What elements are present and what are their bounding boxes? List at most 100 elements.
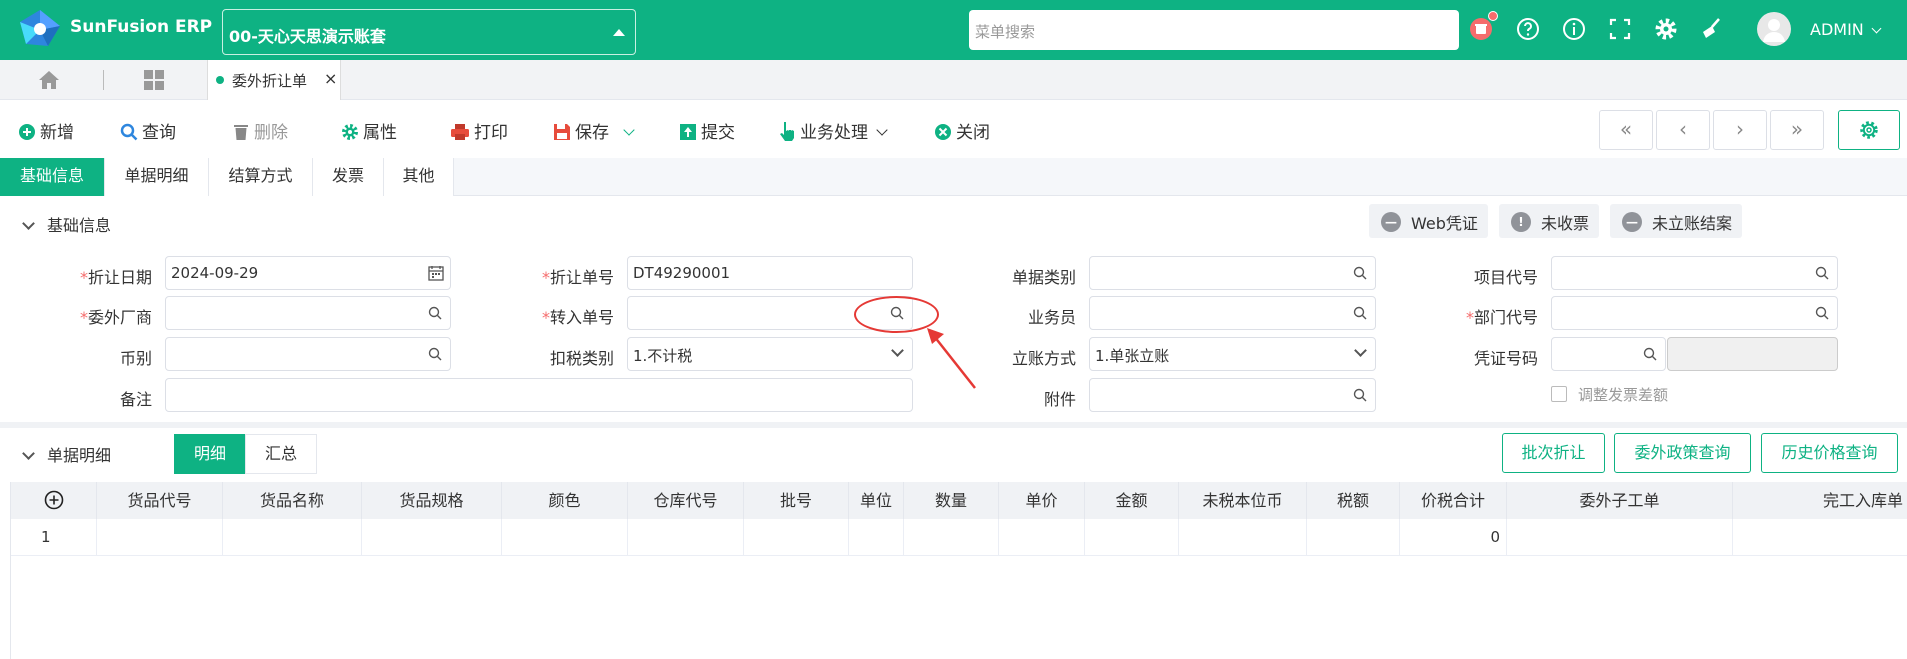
info-icon[interactable]: [1561, 16, 1587, 42]
submit-button[interactable]: 提交: [679, 118, 735, 143]
save-label: 保存: [575, 123, 609, 143]
tab-settlement-method[interactable]: 结算方式: [209, 158, 313, 196]
search-icon[interactable]: [428, 347, 442, 361]
col-header-unit[interactable]: 单位: [849, 482, 904, 519]
cell-color[interactable]: [502, 519, 628, 556]
toolbar-settings-button[interactable]: [1838, 110, 1900, 150]
settings-gear-icon[interactable]: [1653, 16, 1679, 42]
remark-field[interactable]: [165, 378, 913, 412]
cell-completion-receipt[interactable]: [1733, 519, 1907, 556]
print-button[interactable]: 打印: [450, 118, 508, 143]
cell-item-name[interactable]: [223, 519, 362, 556]
account-not-closed-button[interactable]: — 未立账结案: [1610, 204, 1743, 238]
search-icon[interactable]: [1815, 306, 1829, 320]
basic-info-header[interactable]: 基础信息: [20, 212, 111, 236]
col-header-outsourcing-suborder[interactable]: 委外子工单: [1507, 482, 1733, 519]
menu-search-input[interactable]: 菜单搜索: [969, 10, 1459, 50]
cell-total-with-tax[interactable]: 0: [1400, 519, 1507, 556]
properties-button[interactable]: 属性: [341, 118, 397, 143]
next-record-button[interactable]: ›: [1713, 110, 1767, 150]
col-header-warehouse-code[interactable]: 仓库代号: [628, 482, 744, 519]
cell-tax-amount[interactable]: [1307, 519, 1400, 556]
view-tab-detail[interactable]: 明细: [174, 434, 246, 474]
document-detail-header[interactable]: 单据明细: [20, 442, 111, 466]
sunfusion-logo-icon[interactable]: [18, 8, 62, 48]
account-selector[interactable]: 00-天心天思演示账套: [222, 9, 636, 55]
search-icon[interactable]: [1643, 347, 1657, 361]
currency-field[interactable]: [165, 337, 451, 371]
tab-basic-info[interactable]: 基础信息: [0, 158, 105, 196]
col-header-batch-no[interactable]: 批号: [744, 482, 849, 519]
salesman-field[interactable]: [1089, 296, 1376, 330]
cell-unit[interactable]: [849, 519, 904, 556]
col-header-item-name[interactable]: 货品名称: [223, 482, 362, 519]
dept-code-label: *部门代号: [1465, 308, 1538, 327]
query-button[interactable]: 查询: [120, 118, 176, 143]
col-header-amount[interactable]: 金额: [1085, 482, 1179, 519]
col-header-quantity[interactable]: 数量: [904, 482, 999, 519]
col-header-unit-price[interactable]: 单价: [999, 482, 1085, 519]
user-avatar[interactable]: [1757, 12, 1791, 46]
help-icon[interactable]: [1515, 16, 1541, 42]
vendor-field[interactable]: [165, 296, 451, 330]
search-icon[interactable]: [1353, 388, 1367, 402]
col-header-completion-receipt[interactable]: 完工入库单: [1733, 482, 1907, 519]
web-voucher-button[interactable]: — Web凭证: [1369, 204, 1488, 238]
prev-record-button[interactable]: ‹: [1656, 110, 1710, 150]
price-history-query-button[interactable]: 历史价格查询: [1761, 433, 1898, 473]
add-row-header[interactable]: [11, 482, 97, 519]
home-icon[interactable]: [38, 69, 60, 91]
tab-other[interactable]: 其他: [384, 158, 454, 196]
first-record-button[interactable]: «: [1599, 110, 1653, 150]
dept-code-field[interactable]: [1551, 296, 1838, 330]
col-header-item-code[interactable]: 货品代号: [97, 482, 223, 519]
col-header-item-spec[interactable]: 货品规格: [362, 482, 502, 519]
search-icon[interactable]: [428, 306, 442, 320]
save-dropdown-chevron-icon[interactable]: [623, 124, 635, 136]
fullscreen-icon[interactable]: [1607, 16, 1633, 42]
cell-unit-price[interactable]: [999, 519, 1085, 556]
cell-batch-no[interactable]: [744, 519, 849, 556]
adjust-invoice-checkbox[interactable]: [1551, 386, 1567, 402]
close-button[interactable]: 关闭: [934, 118, 990, 143]
user-menu[interactable]: ADMIN: [1810, 20, 1882, 39]
close-tab-icon[interactable]: ×: [324, 69, 337, 88]
business-process-menu[interactable]: 业务处理: [778, 118, 888, 143]
outsourcing-policy-query-button[interactable]: 委外政策查询: [1614, 433, 1751, 473]
add-button[interactable]: 新增: [18, 118, 74, 143]
discount-date-field[interactable]: 2024-09-29: [165, 256, 451, 290]
project-code-field[interactable]: [1551, 256, 1838, 290]
calendar-icon[interactable]: [428, 265, 444, 281]
tab-invoice[interactable]: 发票: [313, 158, 384, 196]
search-icon[interactable]: [1815, 266, 1829, 280]
search-icon[interactable]: [1353, 266, 1367, 280]
last-record-button[interactable]: »: [1770, 110, 1824, 150]
doc-type-field[interactable]: [1089, 256, 1376, 290]
cell-warehouse-code[interactable]: [628, 519, 744, 556]
cell-amount[interactable]: [1085, 519, 1179, 556]
cell-outsourcing-suborder[interactable]: [1507, 519, 1733, 556]
cell-untaxed-base[interactable]: [1179, 519, 1307, 556]
view-tab-summary[interactable]: 汇总: [245, 434, 317, 474]
col-header-untaxed-base[interactable]: 未税本位币: [1179, 482, 1307, 519]
cell-quantity[interactable]: [904, 519, 999, 556]
cell-item-code[interactable]: [97, 519, 223, 556]
invoice-not-received-button[interactable]: ! 未收票: [1499, 204, 1600, 238]
attachment-field[interactable]: [1089, 378, 1376, 412]
save-button[interactable]: 保存: [553, 118, 635, 143]
tab-document-detail[interactable]: 单据明细: [105, 158, 209, 196]
clean-broom-icon[interactable]: [1699, 16, 1725, 42]
account-method-select[interactable]: 1.单张立账: [1089, 337, 1376, 371]
voucher-no-field[interactable]: [1551, 337, 1666, 371]
tax-type-select[interactable]: 1.不计税: [627, 337, 913, 371]
batch-discount-button[interactable]: 批次折让: [1502, 433, 1605, 473]
tab-outsourcing-discount[interactable]: 委外折让单 ×: [207, 60, 341, 100]
delete-button[interactable]: 删除: [232, 118, 288, 143]
col-header-tax-amount[interactable]: 税额: [1307, 482, 1400, 519]
cell-item-spec[interactable]: [362, 519, 502, 556]
search-icon[interactable]: [1353, 306, 1367, 320]
discount-no-field[interactable]: DT49290001: [627, 256, 913, 290]
col-header-color[interactable]: 颜色: [502, 482, 628, 519]
apps-grid-icon[interactable]: [143, 69, 165, 91]
col-header-total-with-tax[interactable]: 价税合计: [1400, 482, 1507, 519]
